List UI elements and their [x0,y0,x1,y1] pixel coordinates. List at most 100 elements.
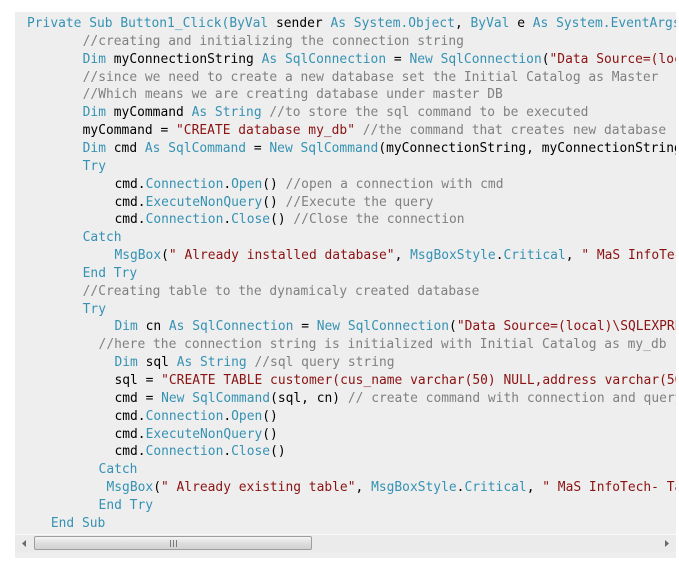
code-line: Try [83,158,106,176]
code-line: MsgBox(" Already existing table", MsgBox… [107,479,677,497]
keyword-token: Catch [82,230,122,246]
string-token: " Already installed database" [168,248,395,264]
code-line: Dim cn As SqlConnection = New SqlConnect… [114,318,676,336]
code-line: Try [83,301,106,319]
keyword-token: Dim [114,355,146,371]
punctuation-token: = [301,319,317,335]
keyword-token: ExecuteNonQuery [145,194,263,210]
punctuation-token: . [223,408,232,424]
keyword-token: Open [231,408,263,424]
code-viewer: Private Sub Button1_Click( ByVal sender A… [15,12,676,558]
punctuation-token: ( [161,248,169,264]
keyword-token: Critical [464,480,527,496]
string-token: "CREATE TABLE customer(cus_name varchar(… [161,373,676,388]
keyword-token: Close [231,212,271,228]
comment-token: //open a connection with cmd [285,176,504,192]
code-line: cmd.Connection.Open() //open a connectio… [114,176,503,194]
punctuation-token: (sql, cn) [270,390,348,406]
keyword-token: Connection [145,444,224,460]
code-line: Dim myConnectionString As SqlConnection … [83,51,676,69]
keyword-token: Try [82,301,106,317]
punctuation-token: () [262,408,278,424]
scrollbar-thumb[interactable] [34,536,312,550]
identifier-token: sql [114,373,146,388]
comment-token: //Execute the query [285,194,434,210]
arrow-right-icon [664,540,669,547]
punctuation-token: , [526,480,543,496]
keyword-token: As String [191,105,270,121]
punctuation-token: ( [449,319,457,335]
keyword-token: Connection [145,408,224,424]
punctuation-token: (myConnectionString, myConnectionString) [378,140,676,156]
horizontal-scrollbar[interactable] [15,534,676,552]
keyword-token: MsgBox [114,248,162,264]
keyword-token: As SqlCommand [144,140,254,156]
punctuation-token: = [145,390,162,406]
punctuation-token: , [394,248,411,264]
comment-token: //Close the connection [293,212,465,228]
keyword-token: As System.Object [330,16,455,31]
keyword-token: Connection [145,176,224,192]
keyword-token: MsgBox [106,480,154,496]
scroll-right-button[interactable] [660,535,674,552]
identifier-token: cmd. [114,426,146,442]
string-token: " Already existing table" [160,480,356,496]
keyword-token: Connection [145,212,224,228]
identifier-token: sender [276,16,331,31]
keyword-token: MsgBoxStyle [410,248,496,264]
comment-token: //Which means we are creating database u… [82,87,503,103]
code-line: Catch [99,461,138,479]
identifier-token: cmd. [114,176,146,192]
keyword-token: ByVal [470,16,518,31]
code-line: cmd.Connection.Open() [114,408,277,426]
identifier-token: cn [145,319,169,335]
arrow-left-icon [21,540,26,547]
identifier-token: cmd. [114,212,146,228]
keyword-token: Catch [98,462,138,478]
punctuation-token: () [262,194,286,210]
punctuation-token: () [270,444,286,460]
keyword-token: End Try [82,265,138,281]
scroll-left-button[interactable] [17,535,31,552]
code-line: cmd.Connection.Close() //Close the conne… [114,211,464,229]
string-token: "Data Source=(local)\SQLEXPRESS; [549,51,676,67]
code-line: cmd.Connection.Close() [114,443,285,461]
code-line: Private Sub Button1_Click( ByVal sender A… [27,15,676,33]
identifier-token: e [517,16,533,31]
string-token: "CREATE database my_db" [176,123,363,139]
punctuation-token: . [223,176,232,192]
code-line: End Try [83,265,137,283]
code-line: Catch [83,229,122,247]
keyword-token: ExecuteNonQuery [145,426,263,442]
keyword-token: Open [231,176,263,192]
code-line: myCommand = "CREATE database my_db" //th… [83,122,667,140]
keyword-token: New SqlCommand [269,140,379,156]
string-token: " MaS InfoTech- Table" [542,480,676,496]
code-area: Private Sub Button1_Click( ByVal sender A… [15,15,676,533]
comment-token: //to store the sql command to be execute… [269,105,589,121]
keyword-token: Dim [82,105,114,121]
keyword-token: Close [231,444,271,460]
keyword-token: End Try [98,497,154,513]
punctuation-token: () [270,212,294,228]
punctuation-token: = [145,373,162,388]
code-line: End Sub [51,515,105,533]
comment-token: //sql query string [254,355,395,371]
keyword-token: New SqlConnection [409,51,542,67]
string-token: " MaS InfoTech- Database" [581,248,676,264]
identifier-token: myCommand [113,105,192,121]
keyword-token: Private Sub Button1_Click( [27,16,230,31]
punctuation-token: , [355,480,372,496]
keyword-token: Critical [503,248,566,264]
punctuation-token: = [253,140,270,156]
punctuation-token: = [393,51,410,67]
keyword-token: New SqlConnection [316,319,450,335]
identifier-token: cmd. [114,194,146,210]
identifier-token: cmd. [114,444,146,460]
identifier-token: sql [145,355,177,371]
punctuation-token: ( [541,51,550,67]
comment-token: //the command that creates new database [362,123,667,139]
code-line: //here the connection string is initiali… [99,336,667,354]
code-line: Dim myCommand As String //to store the s… [83,104,589,122]
punctuation-token: . [223,212,232,228]
